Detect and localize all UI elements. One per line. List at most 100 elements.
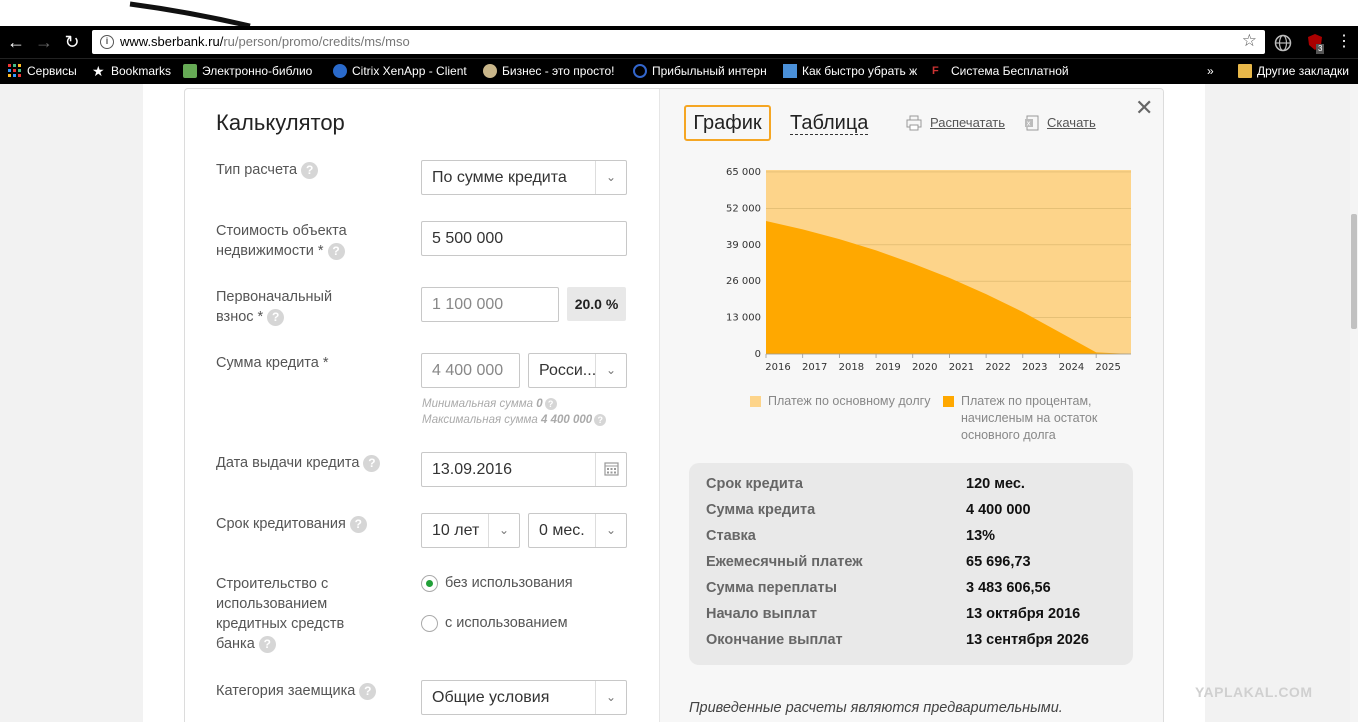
printer-icon[interactable] [906,115,922,131]
folder-icon [1238,64,1252,78]
label-line: банка [216,636,255,652]
radio-with-bank-funds[interactable] [421,615,438,632]
x-tick-label: 2021 [949,362,974,373]
bookmark-citrix[interactable]: Citrix XenApp - Client [333,64,469,78]
legend-line: основного долга [961,428,1056,442]
label-line: недвижимости * [216,243,324,259]
address-bar[interactable]: i www.sberbank.ru/ru/person/promo/credit… [92,30,1265,54]
property-cost-input[interactable]: 5 500 000 [421,221,627,256]
calendar-icon[interactable] [595,453,626,486]
bookmark-label: Электронно-библио [202,64,313,78]
bookmark-services[interactable]: Сервисы [8,64,86,78]
help-icon[interactable]: ? [544,398,557,410]
back-arrow-icon[interactable]: ← [4,30,28,54]
help-icon[interactable]: ? [363,454,381,472]
calc-type-select[interactable]: По сумме кредита ⌄ [421,160,627,195]
label-text: Категория заемщика [216,683,356,699]
x-tick-label: 2023 [1022,362,1047,373]
menu-kebab-icon[interactable]: ⋮ [1332,30,1356,54]
radio-without-label[interactable]: без использования [445,575,573,591]
currency-select[interactable]: Росси... ⌄ [528,353,627,388]
page-scrollbar[interactable] [1350,84,1358,722]
bookmark-label: Сервисы [27,64,77,78]
y-tick-label: 39 000 [726,240,761,251]
bookmark-star-icon[interactable]: ☆ [1242,31,1257,51]
label-line: Первоначальный [216,289,333,305]
legend-line: начисленым на остаток [961,411,1098,425]
help-icon[interactable]: ? [267,308,285,326]
tab-graph[interactable]: График [684,105,771,141]
ublock-extension-icon[interactable]: 3 [1306,33,1326,54]
label-text: Дата выдачи кредита [216,455,360,471]
scrollbar-thumb[interactable] [1351,214,1357,329]
url-host: www.sberbank.ru/ [120,34,224,49]
bookmark-business[interactable]: Бизнес - это просто! [483,64,616,78]
radio-without-bank-funds[interactable] [421,575,438,592]
help-icon[interactable]: ? [327,242,345,260]
bookmarks-overflow[interactable]: » [1207,64,1214,78]
summary-key: Ставка [706,528,756,544]
excel-download-icon[interactable]: x [1024,115,1040,131]
tab-table[interactable]: Таблица [790,112,869,135]
summary-key: Начало выплат [706,606,817,622]
legend-swatch-interest [943,396,954,407]
watermark: YAPLAKAL.COM [1195,684,1313,700]
help-icon[interactable]: ? [301,161,319,179]
y-tick-label: 26 000 [726,276,761,287]
help-icon[interactable]: ? [349,515,367,533]
y-tick-label: 65 000 [726,167,761,178]
borrower-category-label: Категория заемщика? [216,681,377,701]
bookmark-library[interactable]: Электронно-библио [183,64,319,78]
term-years-select[interactable]: 10 лет ⌄ [421,513,520,548]
bookmark-label: Citrix XenApp - Client [352,64,467,78]
overflow-chevron-icon: » [1207,64,1214,78]
hint-text: Минимальная сумма [422,398,533,411]
help-icon[interactable]: ? [594,414,607,426]
x-tick-label: 2017 [802,362,827,373]
help-icon[interactable]: ? [258,635,276,653]
y-tick-label: 52 000 [726,203,761,214]
summary-key: Сумма переплаты [706,580,837,596]
citrix-icon [333,64,347,78]
person-icon [783,64,797,78]
bookmark-bookmarks[interactable]: ★ Bookmarks [92,64,174,78]
info-icon[interactable]: i [100,35,114,49]
x-tick-label: 2022 [985,362,1010,373]
url-text[interactable]: www.sberbank.ru/ru/person/promo/credits/… [120,34,410,49]
extension-badge: 3 [1316,44,1325,54]
reload-icon[interactable]: ↻ [60,30,84,54]
bookmark-other-folder[interactable]: Другие закладки [1238,64,1349,78]
bookmark-remove-fast[interactable]: Как быстро убрать ж [783,64,919,78]
term-label: Срок кредитования? [216,514,367,534]
date-value: 13.09.2016 [432,461,513,478]
x-tick-label: 2020 [912,362,937,373]
calculator-title: Калькулятор [216,110,345,135]
bookmark-label: Другие закладки [1257,64,1349,78]
x-tick-label: 2019 [875,362,900,373]
close-icon[interactable]: ✕ [1135,95,1153,121]
down-payment-input[interactable]: 1 100 000 [421,287,559,322]
legend-line: Платеж по процентам, [961,394,1092,408]
calc-type-label: Тип расчета? [216,160,319,180]
x-tick-label: 2024 [1059,362,1084,373]
issue-date-input[interactable]: 13.09.2016 [421,452,627,487]
pen-stroke [129,1,251,26]
loan-amount-input[interactable]: 4 400 000 [421,353,520,388]
bookmark-label: Прибыльный интерн [652,64,767,78]
select-value: По сумме кредита [432,169,567,186]
summary-key: Ежемесячный платеж [706,554,863,570]
print-link[interactable]: Распечатать [930,115,1005,130]
globe-extension-icon[interactable] [1274,34,1292,52]
chevron-down-icon: ⌄ [488,514,519,547]
forward-arrow-icon[interactable]: → [32,30,56,54]
bookmark-profitable[interactable]: Прибыльный интерн [633,64,769,78]
borrower-category-select[interactable]: Общие условия ⌄ [421,680,627,715]
help-icon[interactable]: ? [359,682,377,700]
max-amount-hint: Максимальная сумма 4 400 000? [422,414,607,426]
egg-icon [483,64,497,78]
bookmarks-bar: Сервисы ★ Bookmarks Электронно-библио Ci… [0,58,1358,84]
bookmark-free-system[interactable]: F Система Бесплатной [932,64,1070,78]
download-link[interactable]: Скачать [1047,115,1096,130]
radio-with-label[interactable]: с использованием [445,615,568,631]
term-months-select[interactable]: 0 мес. ⌄ [528,513,627,548]
